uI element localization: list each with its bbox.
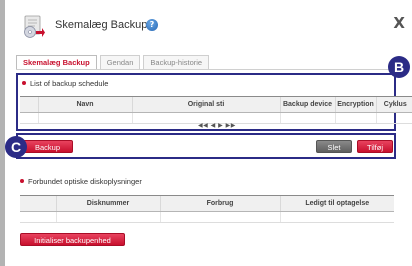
disks-section-label: Forbundet optiske diskoplysninger — [28, 177, 142, 186]
table-row — [20, 211, 394, 223]
column-header-usage: Forbrug — [159, 195, 280, 212]
bullet-dot-icon — [22, 81, 26, 86]
schedule-table: Navn Original sti Backup device Encrypti… — [20, 96, 412, 124]
column-header-free-space: Ledigt til optagelse — [279, 195, 394, 212]
tab-schedule-backup[interactable]: Skemalæg Backup — [16, 55, 97, 69]
tab-restore[interactable]: Gendan — [99, 55, 141, 69]
backup-app-icon — [22, 14, 46, 38]
disk-table-header: Disknummer Forbrug Ledigt til optagelse — [20, 195, 394, 212]
tab-underline — [16, 69, 396, 70]
column-header-original-path[interactable]: Original sti — [131, 96, 280, 113]
column-header-backup-device[interactable]: Backup device — [279, 96, 335, 113]
schedule-section-heading: List of backup schedule — [22, 79, 108, 88]
callout-badge-c: C — [5, 136, 27, 158]
backup-button[interactable]: Backup — [22, 140, 73, 153]
column-header-encryption[interactable]: Encryption — [334, 96, 376, 113]
column-header-select — [20, 96, 38, 113]
window-header: Skemalæg Backup ? X — [22, 14, 407, 38]
schedule-table-header: Navn Original sti Backup device Encrypti… — [20, 96, 412, 113]
callout-badge-b: B — [388, 56, 410, 78]
close-icon[interactable]: X — [393, 14, 405, 32]
disks-section-heading: Forbundet optiske diskoplysninger — [20, 177, 142, 186]
disk-info-table: Disknummer Forbrug Ledigt til optagelse — [20, 195, 394, 223]
column-header-name[interactable]: Navn — [37, 96, 132, 113]
help-icon[interactable]: ? — [146, 19, 158, 31]
tab-bar: Skemalæg Backup Gendan Backup-historie — [16, 55, 212, 69]
window-title: Skemalæg Backup — [55, 19, 148, 31]
column-header-cycle[interactable]: Cyklus — [375, 96, 412, 113]
tab-backup-history[interactable]: Backup-historie — [143, 55, 210, 69]
column-header-disk-select — [20, 195, 56, 212]
schedule-section-label: List of backup schedule — [30, 79, 109, 88]
delete-button[interactable]: Slet — [316, 140, 352, 153]
column-header-disk-number: Disknummer — [55, 195, 160, 212]
window-frame-left — [0, 0, 5, 266]
add-button[interactable]: Tilføj — [357, 140, 393, 153]
pagination-controls[interactable]: ◀◀ ◀ ▶ ▶▶ — [198, 122, 236, 129]
initialize-backup-device-button[interactable]: Initialiser backupenhed — [20, 233, 125, 246]
bullet-dot-icon — [20, 179, 24, 184]
